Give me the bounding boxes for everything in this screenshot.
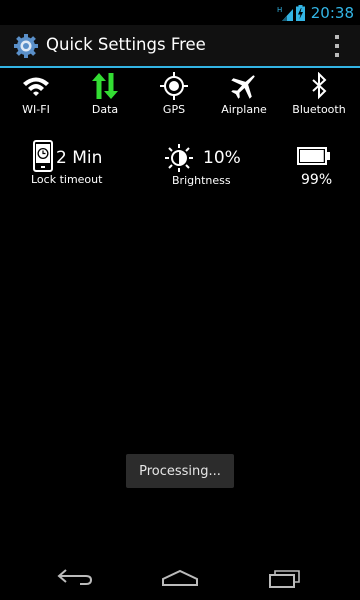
toggle-airplane[interactable]: Airplane <box>208 72 280 120</box>
status-bar: H 20:38 <box>0 0 360 25</box>
battery-value: 99% <box>301 172 333 188</box>
toggle-bluetooth[interactable]: Bluetooth <box>283 72 355 120</box>
toggle-label: Airplane <box>221 103 267 116</box>
action-bar-divider <box>0 66 360 68</box>
action-bar: Quick Settings Free <box>0 25 360 67</box>
toast-text: Processing... <box>139 463 221 479</box>
toggle-label: WI-FI <box>22 103 50 116</box>
network-type-label: H <box>277 6 282 14</box>
data-arrows-icon <box>92 73 118 99</box>
processing-toast: Processing... <box>126 454 234 488</box>
signal-bars-icon: H <box>277 6 293 21</box>
recents-icon[interactable] <box>266 566 306 588</box>
status-icons: H 20:38 <box>277 2 354 23</box>
sun-icon <box>165 144 193 172</box>
lock-timeout-value: 2 Min <box>56 148 103 168</box>
gps-icon <box>160 72 188 100</box>
battery-icon <box>297 147 330 165</box>
toggle-gps[interactable]: GPS <box>138 72 210 120</box>
gear-icon[interactable] <box>13 33 39 59</box>
lock-timeout-label: Lock timeout <box>31 173 103 186</box>
wifi-icon <box>23 77 49 96</box>
brightness-value: 10% <box>203 148 241 168</box>
toggle-label: Bluetooth <box>292 103 346 116</box>
brightness-label: Brightness <box>172 174 231 187</box>
home-icon[interactable] <box>160 566 200 588</box>
toggle-wifi[interactable]: WI-FI <box>0 72 72 120</box>
back-icon[interactable] <box>56 566 96 588</box>
app-title: Quick Settings Free <box>46 35 206 54</box>
battery-charging-icon <box>295 4 305 21</box>
toggle-label: GPS <box>162 103 186 116</box>
toggle-data[interactable]: Data <box>69 72 141 120</box>
toggle-label: Data <box>91 103 119 116</box>
bluetooth-icon <box>312 72 327 100</box>
status-clock: 20:38 <box>310 3 354 22</box>
overflow-menu-icon[interactable] <box>332 35 342 57</box>
phone-clock-icon <box>33 140 53 172</box>
airplane-icon <box>231 75 255 99</box>
navigation-bar <box>0 552 360 600</box>
battery-level-fill <box>300 150 324 162</box>
